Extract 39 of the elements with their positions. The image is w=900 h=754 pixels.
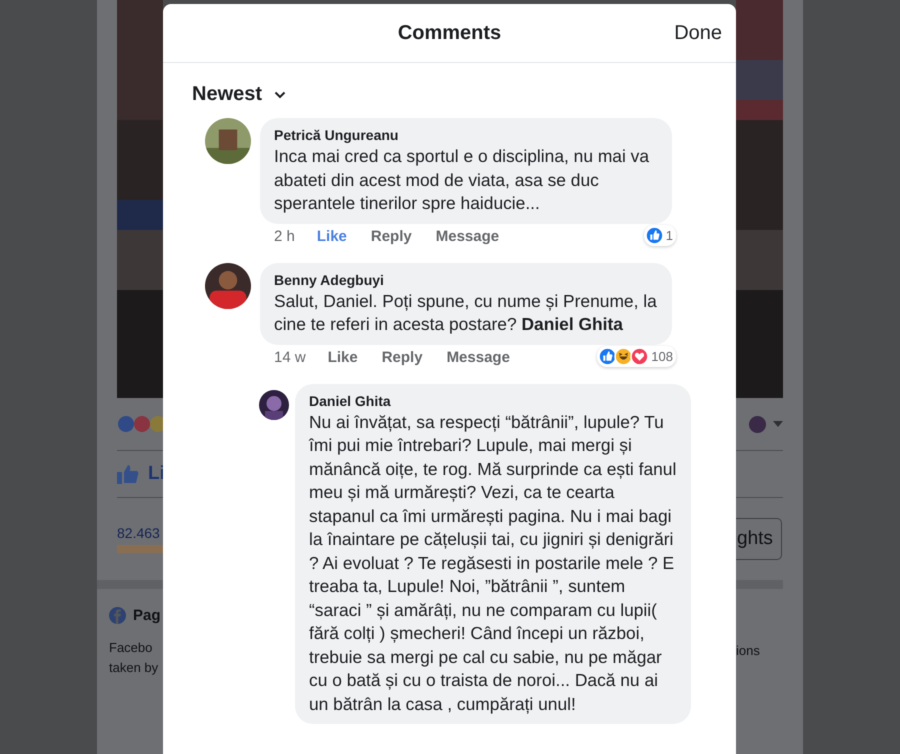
message-link[interactable]: Message [446,348,510,366]
message-link[interactable]: Message [436,228,500,244]
section-gap [97,580,163,589]
like-link[interactable]: Like [328,348,358,366]
reply-link[interactable]: Reply [370,228,412,244]
avatar[interactable] [205,118,251,164]
section-gap [736,580,783,589]
facebook-icon [109,607,126,624]
section-text: ions [736,642,761,660]
reaction-count[interactable]: 108 [597,346,676,366]
comment-author[interactable]: Daniel Ghita [309,392,677,408]
stat-number: 82.463 [117,525,161,541]
comment-text: Salut, Daniel. Poți spune, cu nume și Prenume, la cine te referi in acesta postare? Daniel Ghita [274,290,658,336]
reaction-count[interactable]: 1 [644,224,676,246]
heart-reaction-icon [630,346,650,366]
like-link[interactable]: Like [316,228,347,244]
comment-time: 14 w [274,348,306,366]
comment-author[interactable]: Benny Adegbuyi [274,272,658,288]
avatar[interactable] [259,390,289,420]
section-text: Facebo [109,639,154,657]
section-title: Pag [133,607,161,624]
reply-link[interactable]: Reply [382,348,423,366]
laugh-reaction-icon [614,346,634,366]
caret-icon[interactable] [773,421,783,427]
insights-button[interactable]: ghts [736,518,782,560]
reaction-icons [117,414,163,434]
avatar[interactable] [205,262,251,308]
comment-text: Nu ai învățat, sa respecți “bătrânii”, lupule? Tu îmi pui mie întrebari? Lupule, mai mergi și mănâncă oițe, te rog. Mă surprinde ca ești fanul meu și mă urmărești? Vezi, ca te cearta stapanul ca îmi urmărești pagina. Nu i mai bagi la înaintare pe cățelușii tai, cu jigniri și denigrări ? Ai evoluat ? Te regăsesti in postarile mele ? E treaba ta, Lupule! Noi, ”bătrânii ”, suntem “saraci ” și amărâți, nu ne comparam cu lupii( fără colți ) șmecheri! Când începi un război, trebuie sa mergi pe cal cu sabie, nu pe măgar cu o bată și cu o traista de noroi... Dacă nu ai un bătrân la casa , cumpărați unul! [309,410,677,716]
like-reaction-icon [644,226,664,244]
comment-text: Inca mai cred ca sportul e o disciplina, nu mai va abateti din acest mod de viata, asa se duc sperantele tinerilor spre haiducie... [274,145,650,215]
chevron-down-icon [274,90,286,98]
sort-dropdown[interactable]: Newest [190,81,288,108]
done-button[interactable]: Done [672,20,724,47]
dialog-title: Comments [398,22,502,44]
thumbs-up-icon [117,464,139,484]
comment-author[interactable]: Petrică Ungureanu [274,127,658,143]
like-reaction-icon [598,346,618,366]
section-text: taken by [109,659,160,677]
comment-time: 2 h [274,228,295,244]
